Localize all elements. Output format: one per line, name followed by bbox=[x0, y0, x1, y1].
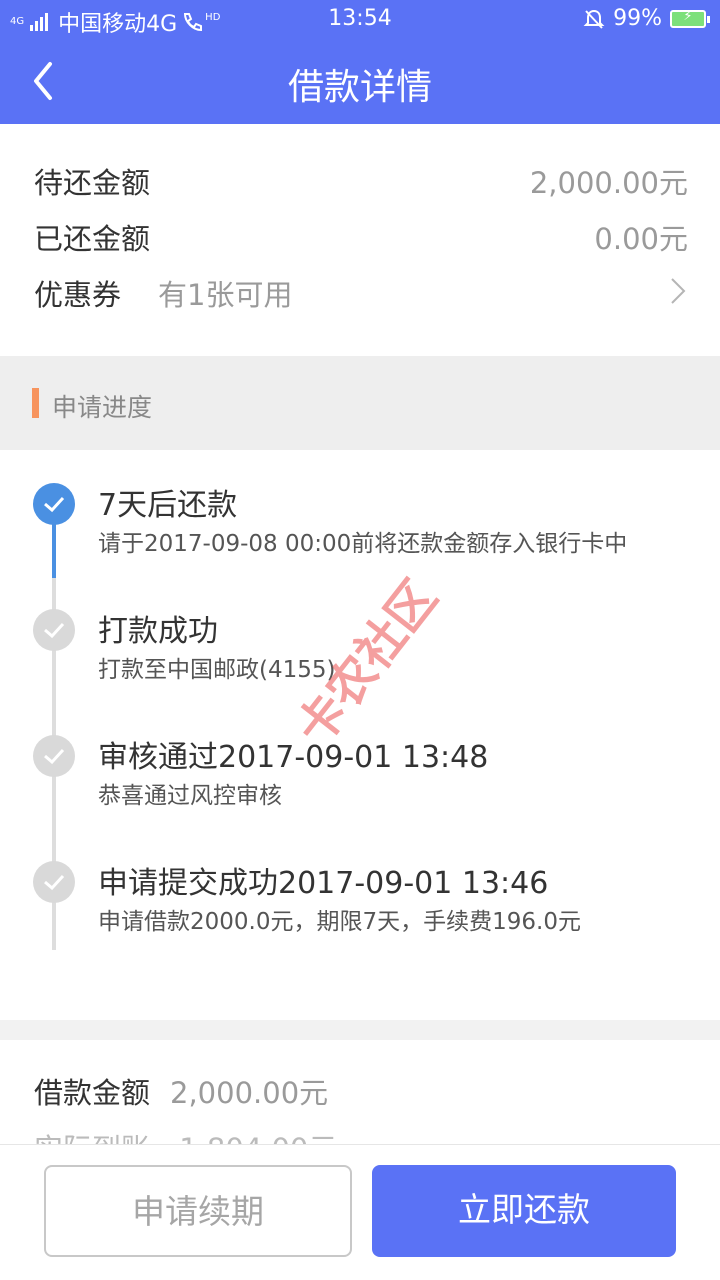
repaid-amount-row: 已还金额 0.00元 bbox=[34, 208, 688, 258]
received-amount-row: 实际到账 1,804.00元 bbox=[34, 1126, 337, 1146]
repay-now-button[interactable]: 立即还款 bbox=[372, 1165, 676, 1257]
status-right: 99% ⚡ bbox=[583, 6, 710, 31]
repaid-amount-label: 已还金额 bbox=[34, 222, 151, 256]
battery-percent: 99% bbox=[613, 6, 662, 31]
top-bar: 4G 中国移动4G HD 13:54 99% ⚡ 借款详情 bbox=[0, 0, 720, 124]
pending-amount-value: 2,000.00元 bbox=[529, 166, 688, 200]
timeline-check-icon bbox=[33, 483, 75, 525]
status-bar: 4G 中国移动4G HD 13:54 99% ⚡ bbox=[0, 0, 720, 38]
coupon-row[interactable]: 优惠券 有1张可用 bbox=[34, 264, 688, 314]
timeline-check-icon bbox=[33, 609, 75, 651]
step-desc: 打款至中国邮政(4155) bbox=[98, 657, 336, 683]
bottom-action-bar: 申请续期 立即还款 bbox=[0, 1144, 720, 1280]
progress-section-header: 申请进度 bbox=[0, 356, 720, 450]
coupon-available: 有1张可用 bbox=[158, 278, 293, 312]
progress-section-title: 申请进度 bbox=[52, 393, 153, 422]
repaid-amount-value: 0.00元 bbox=[594, 222, 688, 256]
renew-button[interactable]: 申请续期 bbox=[44, 1165, 352, 1257]
section-accent-bar bbox=[32, 388, 39, 418]
pending-amount-row: 待还金额 2,000.00元 bbox=[34, 152, 688, 202]
step-title: 申请提交成功2017-09-01 13:46 bbox=[98, 866, 549, 901]
battery-icon: ⚡ bbox=[670, 9, 710, 28]
timeline-check-icon bbox=[33, 861, 75, 903]
step-desc: 恭喜通过风控审核 bbox=[98, 783, 282, 809]
nav-bar: 借款详情 bbox=[0, 38, 720, 124]
timeline-check-icon bbox=[33, 735, 75, 777]
step-title: 审核通过2017-09-01 13:48 bbox=[98, 740, 489, 775]
coupon-label: 优惠券 bbox=[34, 278, 122, 312]
loan-amount-label: 借款金额 bbox=[34, 1076, 151, 1110]
step-title: 7天后还款 bbox=[98, 488, 238, 523]
section-divider bbox=[0, 1020, 720, 1040]
loan-amount-row: 借款金额 2,000.00元 bbox=[34, 1070, 328, 1112]
page-title: 借款详情 bbox=[287, 67, 432, 108]
step-title: 打款成功 bbox=[98, 614, 218, 649]
mute-bell-icon bbox=[583, 9, 605, 29]
chevron-right-icon bbox=[671, 278, 686, 304]
step-desc: 申请借款2000.0元，期限7天，手续费196.0元 bbox=[98, 909, 581, 935]
pending-amount-label: 待还金额 bbox=[34, 166, 151, 200]
step-desc: 请于2017-09-08 00:00前将还款金额存入银行卡中 bbox=[98, 531, 628, 557]
loan-amount-value: 2,000.00元 bbox=[170, 1076, 329, 1110]
